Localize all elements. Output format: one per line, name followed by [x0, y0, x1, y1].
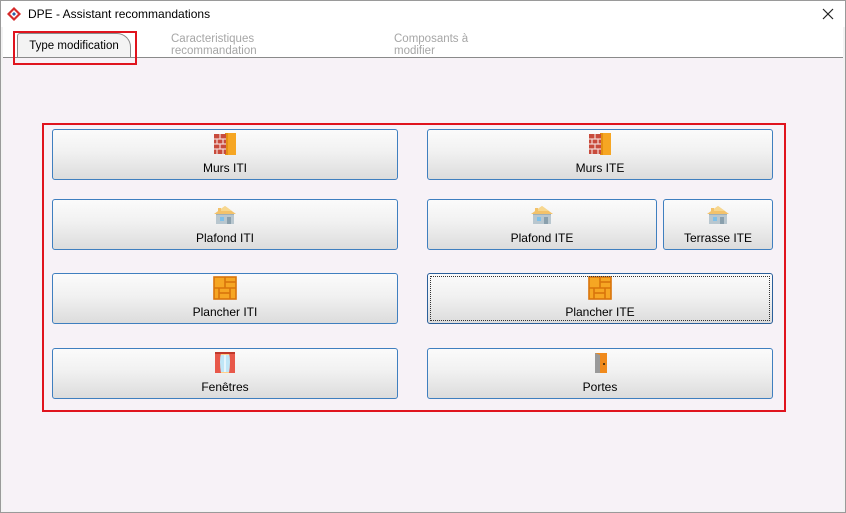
brick-wall-icon	[588, 132, 612, 156]
brick-wall-icon	[213, 132, 237, 156]
button-label: Plafond ITI	[195, 231, 255, 245]
button-label: Murs ITE	[575, 161, 625, 175]
parquet-floor-icon	[588, 276, 612, 300]
murs-iti-button[interactable]: Murs ITI	[52, 129, 398, 180]
button-label: Terrasse ITE	[683, 231, 752, 245]
window-curtains-icon	[213, 351, 237, 375]
window-title: DPE - Assistant recommandations	[28, 7, 211, 21]
tab-label: Caracteristiques recommandation	[171, 33, 257, 57]
plafond-iti-button[interactable]: Plafond ITI	[52, 199, 398, 250]
tab-strip: Type modification Caracteristiques recom…	[3, 27, 843, 57]
house-icon	[706, 202, 730, 226]
button-label: Plafond ITE	[510, 231, 574, 245]
tab-label: Type modification	[29, 39, 119, 52]
house-icon	[530, 202, 554, 226]
app-logo-icon	[7, 7, 21, 21]
tab-composants-a-modifier[interactable]: Composants à modifier	[394, 33, 512, 57]
button-label: Fenêtres	[201, 380, 249, 394]
button-label: Murs ITI	[203, 161, 247, 175]
tab-type-modification[interactable]: Type modification	[17, 33, 131, 57]
terrasse-ite-button[interactable]: Terrasse ITE	[663, 199, 773, 250]
parquet-floor-icon	[213, 276, 237, 300]
portes-button[interactable]: Portes	[427, 348, 773, 399]
close-button[interactable]	[817, 4, 839, 24]
title-bar: DPE - Assistant recommandations	[1, 1, 845, 27]
dialog-window: DPE - Assistant recommandations Type mod…	[0, 0, 846, 513]
button-label: Plancher ITE	[565, 305, 635, 319]
tab-label: Composants à modifier	[394, 33, 469, 57]
button-label: Portes	[582, 380, 618, 394]
button-label: Plancher ITI	[192, 305, 258, 319]
plancher-ite-button[interactable]: Plancher ITE	[427, 273, 773, 324]
house-icon	[213, 202, 237, 226]
door-icon	[588, 351, 612, 375]
plancher-iti-button[interactable]: Plancher ITI	[52, 273, 398, 324]
close-icon	[822, 8, 834, 20]
tab-caracteristiques-recommandation[interactable]: Caracteristiques recommandation	[171, 33, 341, 57]
plafond-ite-button[interactable]: Plafond ITE	[427, 199, 657, 250]
murs-ite-button[interactable]: Murs ITE	[427, 129, 773, 180]
fenetres-button[interactable]: Fenêtres	[52, 348, 398, 399]
